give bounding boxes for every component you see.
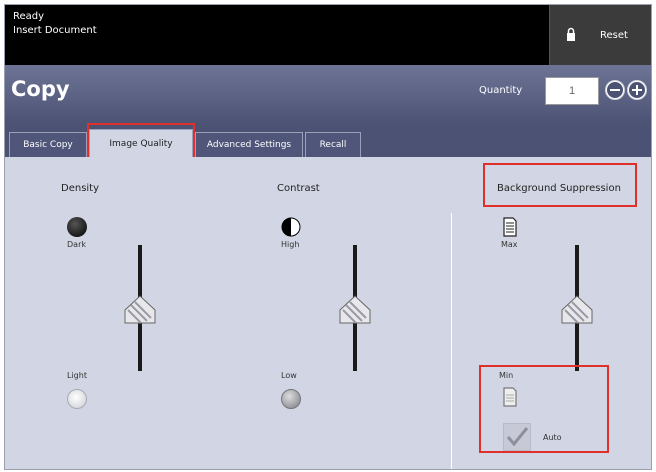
light-density-icon xyxy=(67,389,87,409)
tab-recall[interactable]: Recall xyxy=(305,132,361,157)
low-contrast-icon xyxy=(281,389,301,409)
document-min-icon xyxy=(503,387,517,407)
density-top-label: Dark xyxy=(67,240,86,249)
density-slider-thumb[interactable] xyxy=(123,293,157,327)
dark-density-icon xyxy=(67,217,87,237)
contrast-title: Contrast xyxy=(277,183,320,194)
contrast-bottom-label: Low xyxy=(281,371,297,380)
document-max-icon xyxy=(503,217,517,237)
density-bottom-label: Light xyxy=(67,371,87,380)
increment-button[interactable] xyxy=(627,80,647,100)
high-contrast-icon xyxy=(281,217,301,237)
auto-checkbox[interactable] xyxy=(503,423,531,451)
app-frame: Ready Insert Document Reset Copy Quantit… xyxy=(4,4,652,470)
decrement-button[interactable] xyxy=(605,80,625,100)
quantity-input[interactable] xyxy=(545,77,599,105)
tab-advanced-settings[interactable]: Advanced Settings xyxy=(195,132,303,157)
plus-icon xyxy=(629,82,645,98)
status-text: Ready xyxy=(13,11,45,22)
quantity-label: Quantity xyxy=(479,85,523,96)
header: Copy Quantity xyxy=(5,65,651,125)
page-title: Copy xyxy=(11,77,70,101)
status-message: Insert Document xyxy=(13,25,97,36)
background-suppression-highlight xyxy=(483,163,637,207)
contrast-slider-thumb[interactable] xyxy=(338,293,372,327)
lock-icon xyxy=(567,27,575,41)
contrast-top-label: High xyxy=(281,240,300,249)
minus-icon xyxy=(607,82,623,98)
image-quality-panel: Density Dark Light Contrast High Low Bac… xyxy=(5,157,651,469)
reset-button[interactable]: Reset xyxy=(549,5,651,65)
tab-basic-copy[interactable]: Basic Copy xyxy=(9,132,87,157)
density-title: Density xyxy=(61,183,100,194)
status-bar: Ready Insert Document Reset xyxy=(5,5,651,65)
column-divider xyxy=(451,213,452,469)
checkmark-icon xyxy=(506,427,529,447)
auto-label: Auto xyxy=(543,433,562,442)
background-suppression-top-label: Max xyxy=(501,240,518,249)
background-suppression-bottom-label: Min xyxy=(499,371,514,380)
reset-label: Reset xyxy=(600,30,628,41)
background-suppression-slider-thumb[interactable] xyxy=(560,293,594,327)
